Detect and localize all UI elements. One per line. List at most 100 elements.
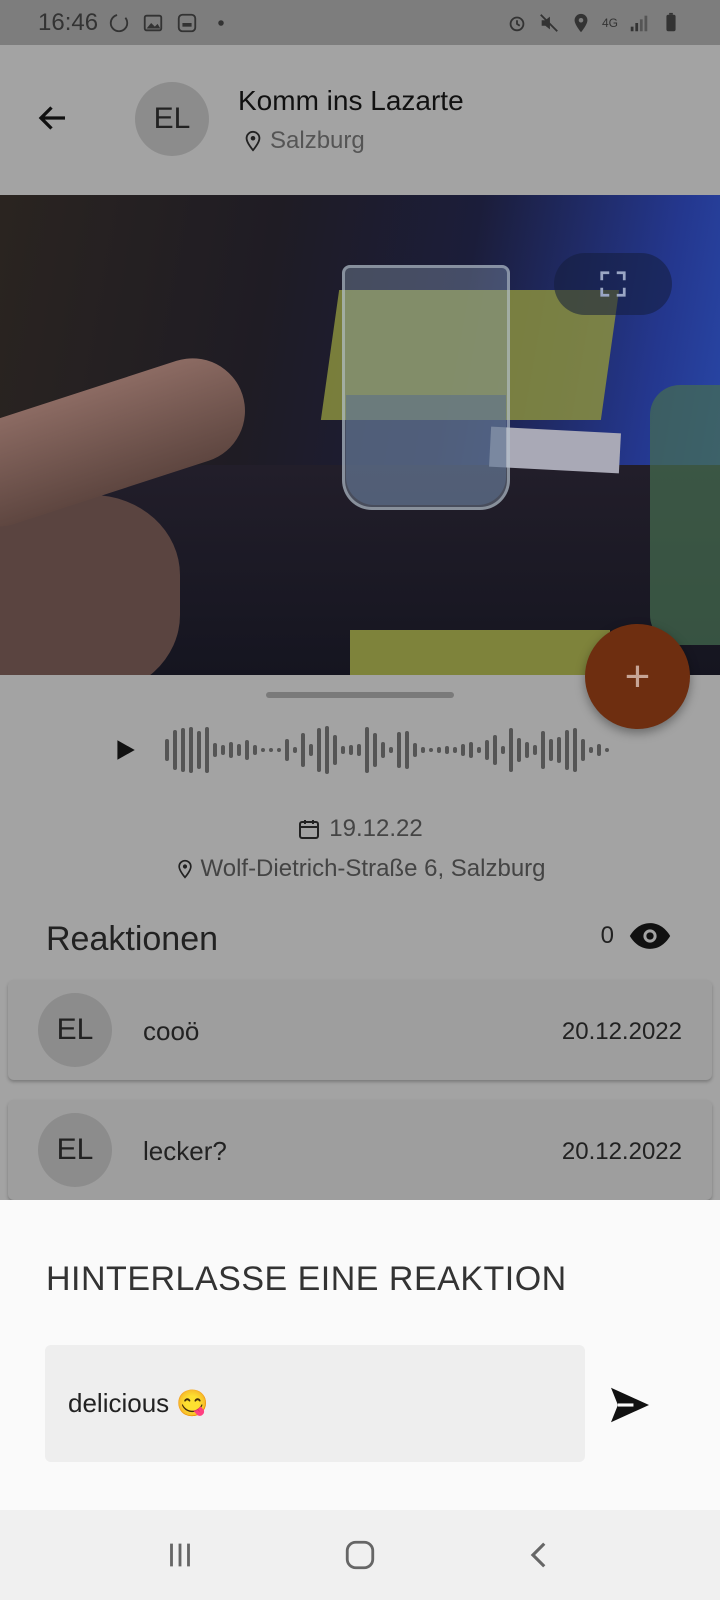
waveform-bar (333, 735, 337, 765)
avatar: EL (38, 1113, 112, 1187)
header-location-label: Salzburg (270, 127, 365, 154)
waveform-bar (189, 727, 193, 773)
play-icon (117, 740, 135, 760)
waveform-bar (469, 742, 473, 758)
waveform-bar (589, 747, 593, 753)
waveform-bar (261, 748, 265, 752)
post-date-text: 19.12.22 (329, 815, 423, 842)
waveform-bar (525, 742, 529, 758)
reactions-heading: Reaktionen (46, 920, 219, 958)
waveform-bar (253, 745, 257, 755)
system-back-button[interactable] (510, 1525, 570, 1585)
waveform-bar (205, 727, 209, 773)
system-nav-bar (0, 1510, 720, 1600)
send-icon (611, 1387, 649, 1423)
network-type: 4G (601, 15, 618, 30)
send-button[interactable] (605, 1380, 655, 1430)
audio-waveform[interactable] (165, 725, 609, 775)
recents-button[interactable] (150, 1525, 210, 1585)
waveform-bar (301, 733, 305, 767)
reaction-card[interactable]: EL cooö 20.12.2022 (8, 980, 712, 1080)
waveform-bar (341, 746, 345, 754)
add-button[interactable]: + (585, 624, 690, 729)
waveform-bar (445, 746, 449, 754)
waveform-bar (373, 733, 377, 767)
waveform-bar (349, 745, 353, 755)
sheet-title: HINTERLASSE EINE REAKTION (46, 1260, 567, 1298)
content-area: 19.12.22 Wolf-Dietrich-Straße 6, Salzbur… (0, 675, 720, 1200)
post-address-text: Wolf-Dietrich-Straße 6, Salzburg (200, 855, 546, 882)
waveform-bar (229, 742, 233, 758)
signal-icon (630, 15, 648, 31)
status-bar: 16:46 4G (0, 0, 720, 45)
waveform-bar (581, 739, 585, 761)
waveform-bar (437, 747, 441, 753)
video-frame-paper-2 (350, 630, 610, 675)
fullscreen-icon (600, 271, 626, 297)
waveform-bar (245, 740, 249, 760)
waveform-bar (181, 728, 185, 772)
video-player[interactable] (0, 195, 720, 675)
waveform-bar (277, 748, 281, 752)
waveform-bar (517, 738, 521, 762)
page-title: Komm ins Lazarte (238, 85, 464, 116)
view-count: 0 (601, 920, 672, 952)
waveform-bar (509, 728, 513, 772)
waveform-bar (533, 745, 537, 755)
avatar: EL (38, 993, 112, 1067)
waveform-bar (413, 743, 417, 757)
waveform-bar (213, 743, 217, 757)
drag-handle[interactable] (266, 692, 454, 698)
waveform-bar (357, 744, 361, 756)
reaction-date: 20.12.2022 (561, 1018, 682, 1045)
arrow-left-icon (38, 106, 65, 130)
waveform-bar (173, 730, 177, 770)
reaction-input[interactable]: delicious 😋 (45, 1345, 585, 1462)
waveform-bar (565, 730, 569, 770)
waveform-bar (573, 728, 577, 772)
avatar: EL (135, 82, 209, 156)
waveform-bar (165, 739, 169, 761)
waveform-bar (365, 727, 369, 773)
audio-player (105, 725, 655, 775)
fullscreen-button[interactable] (554, 253, 672, 315)
view-count-value: 0 (600, 922, 614, 949)
reaction-bottom-sheet: HINTERLASSE EINE REAKTION delicious 😋 (0, 1200, 720, 1510)
waveform-bar (501, 746, 505, 754)
post-date: 19.12.22 (0, 815, 720, 843)
waveform-bar (325, 726, 329, 774)
dot-icon (218, 19, 224, 26)
reaction-text: cooö (143, 1016, 200, 1046)
waveform-bar (429, 748, 433, 752)
waveform-bar (309, 744, 313, 756)
back-button[interactable] (30, 95, 76, 141)
reaction-date: 20.12.2022 (561, 1138, 682, 1165)
waveform-bar (405, 731, 409, 769)
waveform-bar (269, 748, 273, 752)
video-frame-jar (650, 385, 720, 645)
video-frame-hand (0, 495, 180, 675)
mute-icon (540, 13, 558, 32)
waveform-bar (381, 742, 385, 758)
sync-icon (109, 13, 129, 32)
waveform-bar (221, 745, 225, 755)
eye-icon (629, 923, 671, 949)
calendar-icon (299, 820, 320, 839)
waveform-bar (237, 744, 241, 756)
location-status-icon (574, 13, 588, 32)
waveform-bar (493, 735, 497, 765)
nav-back-icon (530, 1542, 546, 1568)
waveform-bar (605, 748, 609, 752)
recents-icon (170, 1543, 190, 1567)
waveform-bar (541, 731, 545, 769)
waveform-bar (285, 739, 289, 761)
home-button[interactable] (330, 1525, 390, 1585)
waveform-bar (597, 744, 601, 756)
waveform-bar (557, 737, 561, 763)
alarm-icon (509, 16, 525, 31)
video-frame-water (346, 395, 506, 505)
waveform-bar (317, 728, 321, 772)
waveform-bar (453, 747, 457, 753)
reaction-card[interactable]: EL lecker? 20.12.2022 (8, 1100, 712, 1200)
play-button[interactable] (105, 730, 145, 770)
